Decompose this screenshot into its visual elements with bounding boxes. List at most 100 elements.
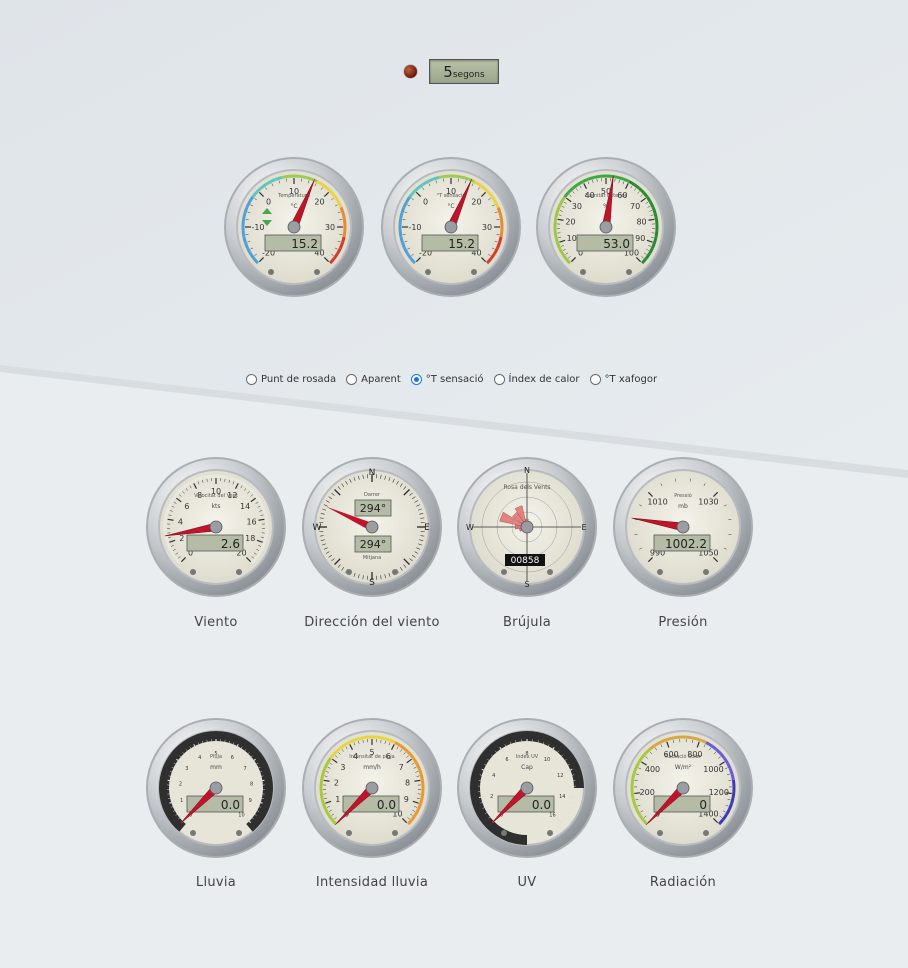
tick-label: 2 — [179, 781, 182, 787]
needle-hub — [520, 781, 534, 795]
scale-band — [688, 735, 696, 740]
radio-option-0[interactable]: Punt de rosada — [246, 373, 336, 385]
gauge-unit: Cap — [521, 764, 533, 771]
lcd-value: 15.2 — [291, 237, 318, 251]
needle-hub — [599, 220, 613, 234]
scale-band — [319, 791, 324, 799]
needle-hub — [444, 220, 458, 234]
gauge-solar: 0200400600800100012001400Radiació SolarW… — [612, 717, 754, 859]
scale-band — [553, 218, 558, 226]
tick-label: 16 — [549, 812, 555, 818]
scale-band — [664, 736, 672, 742]
radio-option-4[interactable]: °T xafogor — [589, 373, 657, 385]
scale-band — [359, 735, 367, 740]
lcd-value: 0.0 — [377, 798, 396, 812]
tick-label: 70 — [630, 202, 640, 211]
lcd-value: 2.6 — [221, 537, 240, 551]
gauge-uv: 0 2 4 6 8 10 12 14 16 Index UV Cap 0.0 — [456, 717, 598, 859]
scale-band — [263, 512, 268, 520]
scale-band — [321, 767, 327, 775]
gauge-title: Pressió — [674, 492, 692, 499]
needle-hub — [365, 781, 379, 795]
scale-band — [417, 767, 423, 775]
scale-band — [399, 236, 404, 244]
scale-band — [650, 242, 656, 249]
tick-label: 2 — [490, 794, 493, 800]
gauge-caption-rainrate: Intensidad lluvia — [315, 875, 429, 890]
scale-band — [730, 773, 735, 781]
needle-hub — [365, 520, 379, 534]
radio-option-3[interactable]: Índex de calor — [493, 373, 580, 385]
tick-label: -10 — [251, 223, 264, 232]
scale-band — [419, 797, 424, 805]
needle-hub — [676, 781, 690, 795]
screw-icon — [657, 569, 663, 575]
radio-option-2[interactable]: °T sensació — [410, 373, 484, 385]
scale-band — [401, 242, 407, 249]
gauge-winddir: N E S W 294° Darrer 294° Mitjana — [301, 456, 443, 598]
scale-band — [587, 175, 595, 181]
gauge-rainrate: 012345678910Intensitat de plujamm/h0.0 — [301, 717, 443, 859]
screw-icon — [268, 269, 274, 275]
scale-band — [299, 174, 307, 179]
scale-band — [731, 779, 736, 787]
tick-label: 6 — [505, 757, 508, 763]
radio-button-icon[interactable] — [346, 373, 358, 385]
radio-button-icon[interactable] — [589, 373, 601, 385]
tick-label: 2 — [179, 534, 184, 543]
scale-band — [227, 475, 235, 481]
tick-label: 10 — [544, 757, 550, 763]
screw-icon — [425, 269, 431, 275]
scale-band — [416, 803, 422, 810]
screw-icon — [580, 269, 586, 275]
radio-option-1[interactable]: Aparent — [346, 373, 401, 385]
tick-label: 6 — [184, 502, 189, 511]
scale-band — [420, 779, 425, 787]
tick-label: 1 — [335, 795, 340, 804]
gauge-rose: N E S W Rosa dels Vents 00858 — [456, 456, 598, 598]
scale-band — [496, 206, 502, 214]
radio-label: Índex de calor — [508, 373, 580, 385]
scale-band — [633, 803, 639, 810]
tick-label: 10 — [238, 812, 244, 818]
scale-band — [438, 174, 446, 179]
scale-band — [264, 530, 269, 538]
radio-button-icon[interactable] — [410, 373, 422, 385]
scale-band — [653, 236, 658, 244]
tick-label: 18 — [245, 534, 255, 543]
gauge-rain: 0 1 2 3 4 5 6 7 8 9 10 Pluja mm 0.0 — [145, 717, 287, 859]
tick-label: 12 — [557, 773, 563, 779]
tick-label: 9 — [404, 795, 409, 804]
screw-icon — [236, 830, 242, 836]
tick-label: 400 — [645, 765, 660, 774]
scale-band — [322, 803, 328, 810]
tick-label: 8 — [250, 781, 253, 787]
lcd-value: 294° — [360, 502, 387, 515]
scale-band — [339, 206, 345, 214]
cardinal-label: N — [369, 468, 376, 478]
screw-icon — [346, 569, 352, 575]
scale-band — [419, 773, 424, 781]
tick-label: 30 — [482, 223, 492, 232]
timer-unit: segons — [452, 70, 485, 80]
radio-button-icon[interactable] — [246, 373, 257, 385]
tick-label: 7 — [244, 766, 247, 772]
gauge-unit: mm — [210, 764, 222, 771]
tick-label: 2 — [334, 778, 339, 787]
tick-label: 8 — [405, 778, 410, 787]
scale-band — [630, 779, 635, 787]
tick-label: 3 — [185, 766, 188, 772]
cardinal-label: E — [424, 523, 430, 533]
tick-label: 4 — [492, 773, 495, 779]
tick-label: -10 — [408, 223, 421, 232]
tick-label: 0 — [266, 198, 271, 207]
scale-band — [197, 475, 205, 481]
radio-button-icon[interactable] — [493, 373, 505, 385]
tick-label: 1 — [180, 798, 183, 804]
scale-band — [554, 236, 559, 244]
gauge-pressure: 990 1010 1030 1050 Pressió mb 1002.2 — [612, 456, 754, 598]
tick-label: 10 — [567, 234, 577, 243]
scale-band — [730, 797, 735, 805]
scale-band — [556, 242, 562, 249]
scale-band — [305, 175, 313, 181]
